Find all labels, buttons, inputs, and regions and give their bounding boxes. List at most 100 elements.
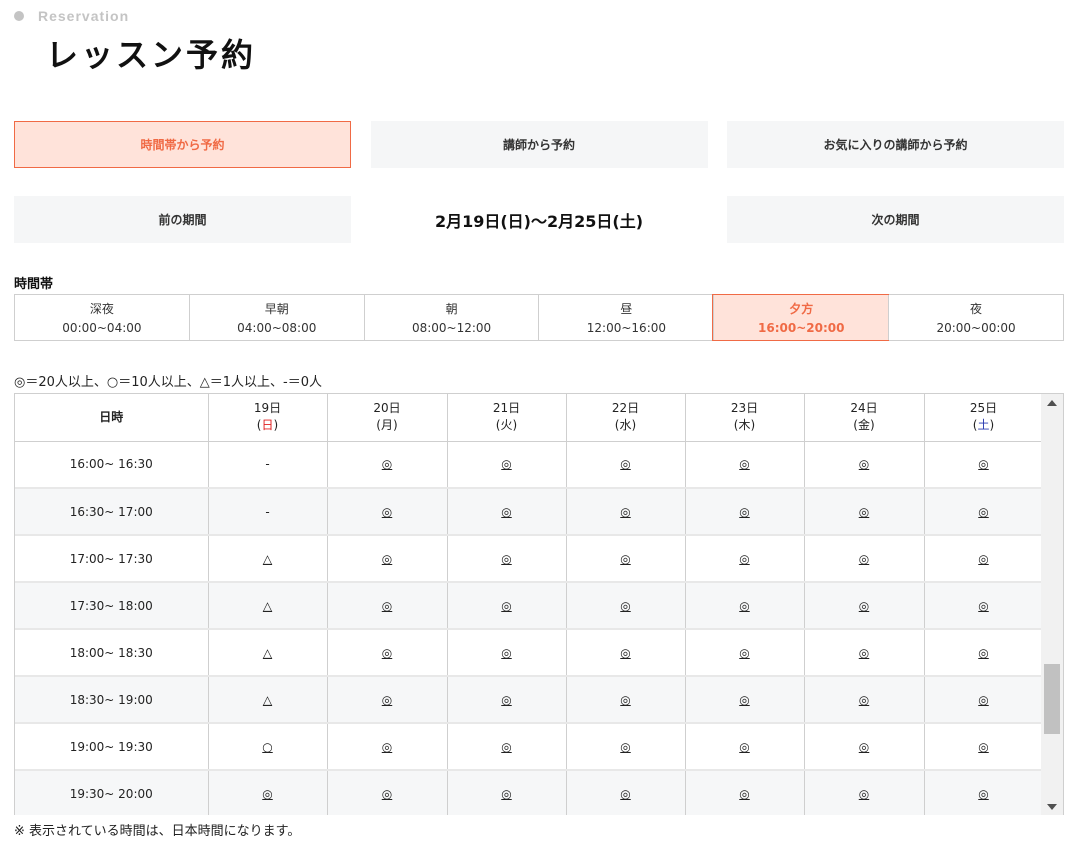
availability-cell[interactable]: ◎	[447, 723, 567, 771]
availability-cell[interactable]: ◎	[685, 535, 805, 583]
availability-cell[interactable]: ◎	[566, 770, 686, 815]
availability-mark[interactable]: ◎	[620, 693, 630, 707]
availability-cell[interactable]: ◎	[327, 441, 448, 489]
availability-cell[interactable]: ◎	[685, 629, 805, 677]
availability-cell[interactable]: △	[208, 629, 328, 677]
availability-mark[interactable]: ◎	[382, 457, 392, 471]
availability-cell[interactable]: ◎	[804, 629, 925, 677]
availability-cell[interactable]: ◎	[447, 535, 567, 583]
availability-cell[interactable]: ◎	[685, 676, 805, 724]
tab-by-time[interactable]: 時間帯から予約	[14, 121, 351, 168]
availability-mark[interactable]: ◎	[501, 457, 511, 471]
availability-mark[interactable]: ◎	[382, 646, 392, 660]
availability-cell[interactable]: ◎	[685, 441, 805, 489]
availability-cell[interactable]: ◎	[685, 488, 805, 536]
availability-cell[interactable]: ◎	[447, 629, 567, 677]
availability-cell[interactable]: ◎	[924, 582, 1044, 630]
availability-cell[interactable]: △	[208, 535, 328, 583]
availability-cell[interactable]: ◎	[924, 535, 1044, 583]
availability-cell[interactable]: ◎	[804, 488, 925, 536]
prev-period-button[interactable]: 前の期間	[14, 196, 351, 243]
availability-mark[interactable]: ◎	[739, 646, 749, 660]
availability-mark[interactable]: ◎	[739, 693, 749, 707]
availability-cell[interactable]: ◎	[804, 676, 925, 724]
timezone-evening[interactable]: 夕方 16:00~20:00	[712, 294, 890, 341]
availability-cell[interactable]: ◎	[327, 629, 448, 677]
availability-mark[interactable]: ◎	[620, 505, 630, 519]
availability-cell[interactable]: ◎	[327, 535, 448, 583]
availability-mark[interactable]: ◎	[501, 787, 511, 801]
timezone-late-night[interactable]: 深夜 00:00~04:00	[15, 295, 189, 340]
availability-mark[interactable]: ◎	[859, 787, 869, 801]
availability-cell[interactable]: ◎	[804, 535, 925, 583]
availability-mark[interactable]: ◎	[620, 599, 630, 613]
availability-cell[interactable]: ◎	[685, 770, 805, 815]
availability-cell[interactable]: △	[208, 582, 328, 630]
availability-mark[interactable]: ◎	[859, 599, 869, 613]
availability-mark[interactable]: ◎	[501, 740, 511, 754]
availability-cell[interactable]: ◎	[208, 770, 328, 815]
availability-cell[interactable]: ◎	[566, 629, 686, 677]
availability-cell[interactable]: ○	[208, 723, 328, 771]
availability-mark[interactable]: ◎	[620, 646, 630, 660]
availability-cell[interactable]: ◎	[924, 441, 1044, 489]
availability-mark[interactable]: ◎	[859, 505, 869, 519]
availability-mark[interactable]: △	[263, 646, 272, 660]
availability-mark[interactable]: ◎	[501, 552, 511, 566]
availability-mark[interactable]: ◎	[382, 740, 392, 754]
tab-by-teacher[interactable]: 講師から予約	[370, 121, 708, 168]
availability-cell[interactable]: ◎	[566, 676, 686, 724]
availability-mark[interactable]: ◎	[382, 552, 392, 566]
availability-cell[interactable]: ◎	[924, 629, 1044, 677]
availability-mark[interactable]: ○	[262, 740, 272, 754]
availability-mark[interactable]: ◎	[382, 505, 392, 519]
availability-cell[interactable]: ◎	[447, 441, 567, 489]
vertical-scrollbar[interactable]	[1041, 394, 1063, 815]
availability-mark[interactable]: ◎	[739, 599, 749, 613]
availability-cell[interactable]: ◎	[327, 488, 448, 536]
next-period-button[interactable]: 次の期間	[727, 196, 1064, 243]
availability-mark[interactable]: ◎	[739, 505, 749, 519]
availability-mark[interactable]: ◎	[739, 740, 749, 754]
availability-cell[interactable]: ◎	[924, 488, 1044, 536]
availability-cell[interactable]: ◎	[447, 770, 567, 815]
tab-by-favorite-teacher[interactable]: お気に入りの講師から予約	[727, 121, 1064, 168]
availability-cell[interactable]: ◎	[804, 441, 925, 489]
availability-cell[interactable]: ◎	[327, 676, 448, 724]
availability-cell[interactable]: ◎	[804, 582, 925, 630]
availability-cell[interactable]: ◎	[804, 770, 925, 815]
availability-mark[interactable]: ◎	[859, 740, 869, 754]
availability-mark[interactable]: ◎	[978, 552, 988, 566]
availability-mark[interactable]: ◎	[978, 740, 988, 754]
timezone-early-morning[interactable]: 早朝 04:00~08:00	[188, 295, 364, 340]
availability-mark[interactable]: ◎	[382, 787, 392, 801]
availability-mark[interactable]: ◎	[978, 693, 988, 707]
availability-mark[interactable]: ◎	[739, 787, 749, 801]
availability-mark[interactable]: ◎	[501, 505, 511, 519]
availability-cell[interactable]: ◎	[447, 676, 567, 724]
availability-cell[interactable]: ◎	[804, 723, 925, 771]
availability-mark[interactable]: ◎	[978, 505, 988, 519]
availability-cell[interactable]: ◎	[566, 723, 686, 771]
availability-cell[interactable]: ◎	[447, 582, 567, 630]
availability-cell[interactable]: ◎	[327, 582, 448, 630]
availability-mark[interactable]: ◎	[382, 599, 392, 613]
availability-mark[interactable]: ◎	[978, 457, 988, 471]
availability-cell[interactable]: △	[208, 676, 328, 724]
availability-mark[interactable]: △	[263, 599, 272, 613]
availability-mark[interactable]: ◎	[978, 646, 988, 660]
availability-cell[interactable]: ◎	[924, 770, 1044, 815]
timezone-noon[interactable]: 昼 12:00~16:00	[538, 295, 713, 340]
availability-mark[interactable]: ◎	[620, 787, 630, 801]
availability-cell[interactable]: ◎	[924, 676, 1044, 724]
availability-cell[interactable]: ◎	[566, 488, 686, 536]
availability-cell[interactable]: ◎	[447, 488, 567, 536]
availability-mark[interactable]: ◎	[262, 787, 272, 801]
availability-cell[interactable]: ◎	[924, 723, 1044, 771]
availability-mark[interactable]: △	[263, 552, 272, 566]
availability-cell[interactable]: ◎	[566, 535, 686, 583]
availability-cell[interactable]: ◎	[566, 582, 686, 630]
availability-mark[interactable]: ◎	[501, 693, 511, 707]
availability-mark[interactable]: ◎	[501, 599, 511, 613]
availability-cell[interactable]: ◎	[685, 723, 805, 771]
